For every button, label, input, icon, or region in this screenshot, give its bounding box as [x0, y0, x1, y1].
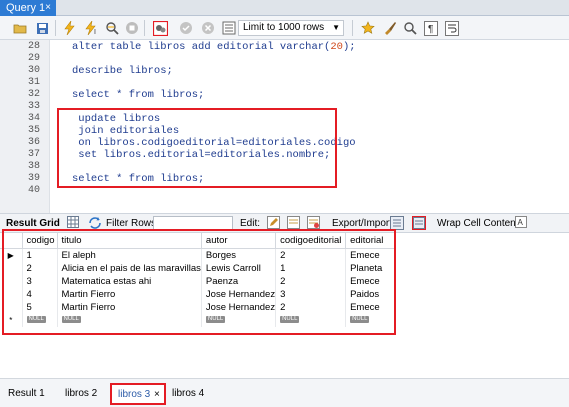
- toggle-autocommit-icon[interactable]: [152, 20, 168, 36]
- code-line[interactable]: alter table libros add editorial varchar…: [72, 41, 356, 53]
- line-number-gutter: 28 29 30 31 32 33 34 35 36 37 38 39 40: [0, 40, 50, 213]
- code-line[interactable]: select * from libros;: [72, 89, 204, 101]
- tab-result-1[interactable]: Result 1: [8, 387, 45, 401]
- wrap-cell-content-label: Wrap Cell Content:: [437, 218, 522, 229]
- tab-libros-2[interactable]: libros 2: [65, 387, 97, 401]
- tab-libros-3-label: libros 3: [118, 389, 151, 400]
- toolbar-separator: [144, 20, 145, 36]
- import-icon[interactable]: [412, 216, 426, 230]
- format-brush-icon[interactable]: [382, 20, 398, 36]
- tab-query-1-label: Query 1: [6, 2, 46, 14]
- rollback-x-icon[interactable]: [200, 20, 216, 36]
- beautify-star-icon[interactable]: [360, 20, 376, 36]
- result-tabs-bar: Result 1 libros 2 libros 3 × libros 4: [0, 378, 569, 407]
- toolbar-separator: [55, 20, 56, 36]
- code-line[interactable]: describe libros;: [72, 65, 173, 77]
- execute-current-lightning-icon[interactable]: I: [84, 20, 100, 36]
- line-number: 40: [27, 185, 40, 196]
- line-number: 37: [27, 149, 40, 160]
- explain-magnifier-icon[interactable]: [104, 20, 120, 36]
- add-row-icon[interactable]: [286, 216, 300, 230]
- line-number: 32: [27, 89, 40, 100]
- line-number: 38: [27, 161, 40, 172]
- edit-row-icon[interactable]: [266, 216, 280, 230]
- line-number: 31: [27, 77, 40, 88]
- commit-check-icon[interactable]: [178, 20, 194, 36]
- execute-lightning-icon[interactable]: [62, 20, 78, 36]
- svg-text:I: I: [94, 29, 96, 35]
- tab-libros-3[interactable]: libros 3 ×: [110, 383, 166, 405]
- line-number: 28: [27, 41, 40, 52]
- code-number: 20: [330, 41, 343, 53]
- stop-icon[interactable]: [124, 20, 140, 36]
- grid-highlight-box: [2, 229, 396, 335]
- line-number: 30: [27, 65, 40, 76]
- folder-open-icon[interactable]: [12, 20, 28, 36]
- line-number: 36: [27, 137, 40, 148]
- save-icon[interactable]: [34, 20, 50, 36]
- sql-editor-toolbar: I Limit to 1000 rows ▼ ¶: [0, 16, 569, 40]
- line-number: 34: [27, 113, 40, 124]
- close-icon[interactable]: ×: [154, 388, 160, 402]
- delete-row-icon[interactable]: [306, 216, 320, 230]
- chevron-down-icon: ▼: [332, 23, 340, 32]
- code-text: );: [342, 41, 356, 53]
- limit-rows-value: Limit to 1000 rows: [243, 22, 325, 33]
- query-tab-bar: Query 1 ×: [0, 0, 569, 16]
- wrap-cell-icon[interactable]: A: [514, 216, 528, 230]
- line-number: 29: [27, 53, 40, 64]
- invisible-chars-icon[interactable]: ¶: [423, 20, 439, 36]
- refresh-icon[interactable]: [88, 216, 102, 230]
- line-number: 35: [27, 125, 40, 136]
- close-icon[interactable]: ×: [45, 0, 51, 16]
- svg-text:¶: ¶: [428, 24, 433, 35]
- toolbar-separator: [352, 20, 353, 36]
- line-number: 39: [27, 173, 40, 184]
- code-text: alter table libros add editorial varchar…: [72, 41, 331, 53]
- sql-editor[interactable]: 28 29 30 31 32 33 34 35 36 37 38 39 40 a…: [0, 40, 569, 213]
- line-number: 33: [27, 101, 40, 112]
- tab-query-1[interactable]: Query 1 ×: [0, 0, 56, 16]
- code-highlight-box: [57, 108, 337, 188]
- svg-text:A: A: [518, 218, 524, 227]
- grid-view-icon[interactable]: [66, 216, 80, 230]
- find-magnifier-icon[interactable]: [402, 20, 418, 36]
- toggle-limit-icon[interactable]: [221, 20, 237, 36]
- wrap-lines-icon[interactable]: [444, 20, 460, 36]
- limit-rows-select[interactable]: Limit to 1000 rows ▼: [238, 20, 344, 36]
- export-icon[interactable]: [390, 216, 404, 230]
- tab-libros-4[interactable]: libros 4: [172, 387, 204, 401]
